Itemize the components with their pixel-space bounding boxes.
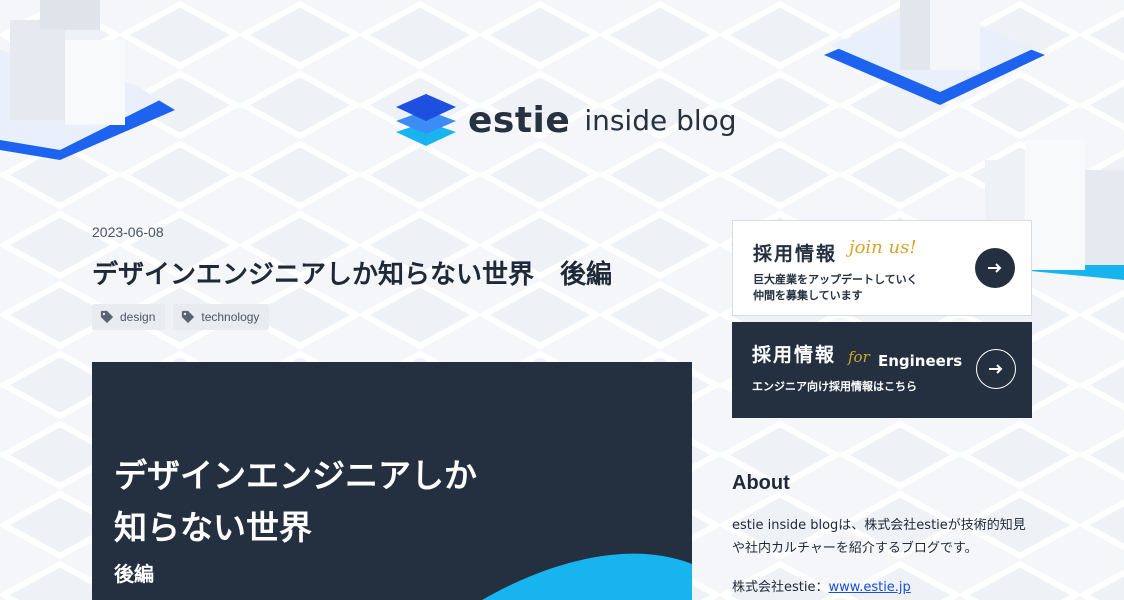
arrow-right-icon: [988, 263, 1002, 273]
site-logo[interactable]: estie inside blog: [394, 92, 737, 148]
recruit-engineers-title: 採用情報: [752, 344, 837, 366]
about-company: 株式会社estie：www.estie.jp: [732, 576, 911, 595]
recruit-engineers-script: for: [848, 348, 870, 366]
hero-title: デザインエンジニアしか 知らない世界: [114, 450, 554, 554]
hero-title-line-1: デザインエンジニアしか: [114, 456, 477, 495]
recruit-engineers-line: エンジニア向け採用情報はこちら: [752, 380, 917, 393]
tag-technology[interactable]: technology: [173, 304, 270, 330]
recruit-banner-title: 採用情報: [753, 243, 838, 265]
recruit-arrow-button[interactable]: [975, 248, 1015, 288]
post-tags: design technology: [92, 304, 270, 330]
tag-label: design: [120, 310, 156, 324]
recruit-banner[interactable]: 採用情報 join us! 巨大産業をアップデートしていく 仲間を募集しています: [732, 220, 1032, 316]
tag-icon: [182, 310, 195, 324]
hero-subtitle: 後編: [114, 562, 154, 586]
company-website-link[interactable]: www.estie.jp: [828, 580, 910, 595]
post-date: 2023-06-08: [92, 224, 164, 240]
about-heading: About: [732, 472, 790, 494]
about-company-label: 株式会社estie：: [732, 580, 829, 595]
estie-logo-icon: [396, 94, 456, 146]
post-hero-image: デザインエンジニアしか 知らない世界 後編: [92, 362, 692, 600]
tag-label: technology: [201, 310, 260, 324]
recruit-engineers-banner[interactable]: 採用情報 for Engineers エンジニア向け採用情報はこちら: [732, 322, 1032, 418]
recruit-engineers-arrow-button[interactable]: [976, 349, 1016, 389]
post-title: デザインエンジニアしか知らない世界 後編: [92, 260, 613, 290]
recruit-banner-script: join us!: [849, 237, 917, 258]
tag-icon: [100, 310, 114, 324]
recruit-banner-line-1: 巨大産業をアップデートしていく: [753, 273, 918, 286]
about-description: estie inside blogは、株式会社estieが技術的知見や社内カルチ…: [732, 518, 1026, 556]
logo-brand-text: estie: [468, 99, 571, 141]
recruit-banner-line-2: 仲間を募集しています: [753, 289, 863, 302]
hero-title-line-2: 知らない世界: [114, 508, 312, 547]
tag-design[interactable]: design: [92, 304, 166, 330]
logo-subtitle-text: inside blog: [584, 103, 737, 137]
recruit-engineers-label: Engineers: [878, 352, 963, 370]
arrow-right-icon: [989, 364, 1003, 374]
